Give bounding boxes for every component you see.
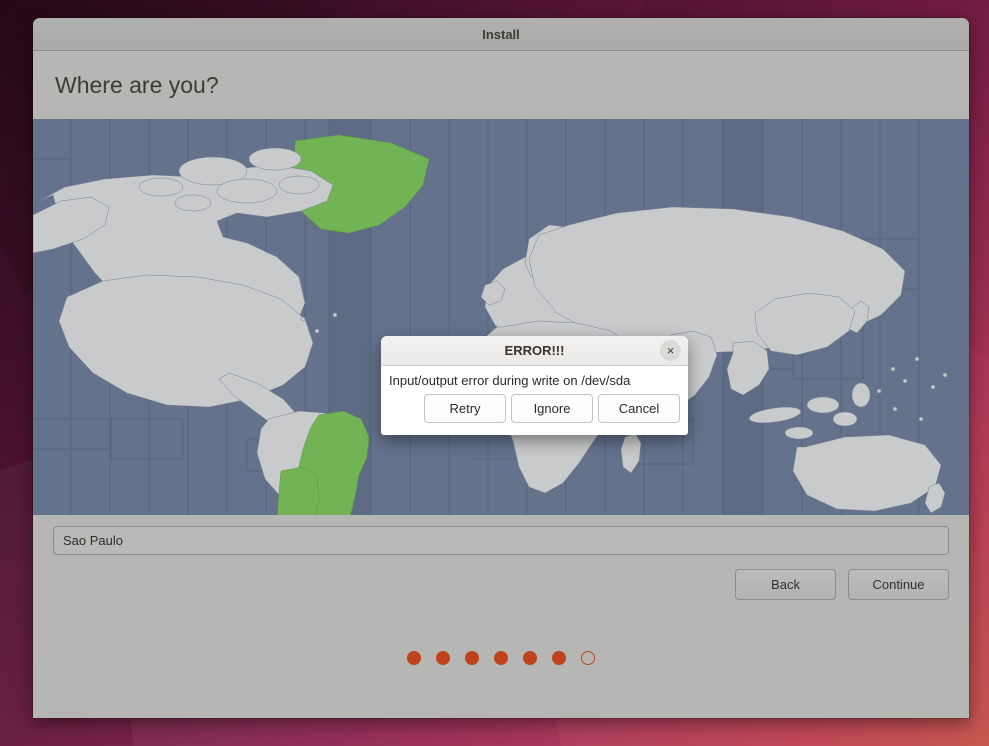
error-dialog: ERROR!!! × Input/output error during wri…	[381, 336, 688, 435]
navigation-buttons: Back Continue	[735, 569, 949, 600]
page-title: Where are you?	[55, 71, 219, 98]
progress-dot	[465, 651, 479, 665]
world-map-svg	[33, 119, 969, 515]
dialog-title: ERROR!!!	[504, 343, 565, 358]
bottom-panel: Back Continue	[33, 515, 969, 718]
location-input[interactable]	[53, 526, 949, 555]
desktop-background: Install Where are you? Sao Paulo Back Co…	[0, 0, 989, 746]
installer-window: Install Where are you? Sao Paulo Back Co…	[33, 18, 969, 718]
dialog-buttons: Retry Ignore Cancel	[389, 394, 680, 423]
progress-dot	[407, 651, 421, 665]
back-button[interactable]: Back	[735, 569, 836, 600]
page-header: Where are you?	[33, 51, 969, 119]
close-icon[interactable]: ×	[660, 340, 681, 361]
cancel-button[interactable]: Cancel	[598, 394, 680, 423]
continue-button[interactable]: Continue	[848, 569, 949, 600]
timezone-map[interactable]	[33, 119, 969, 515]
progress-dot	[552, 651, 566, 665]
progress-indicator	[33, 651, 969, 665]
dialog-titlebar: ERROR!!! ×	[381, 336, 688, 366]
retry-button[interactable]: Retry	[424, 394, 506, 423]
window-titlebar: Install	[33, 18, 969, 51]
dialog-message: Input/output error during write on /dev/…	[389, 373, 631, 388]
progress-dot	[436, 651, 450, 665]
window-title: Install	[482, 26, 520, 42]
ignore-button[interactable]: Ignore	[511, 394, 593, 423]
progress-dot	[494, 651, 508, 665]
progress-dot	[523, 651, 537, 665]
dialog-body: Input/output error during write on /dev/…	[381, 366, 688, 423]
progress-dot	[581, 651, 595, 665]
